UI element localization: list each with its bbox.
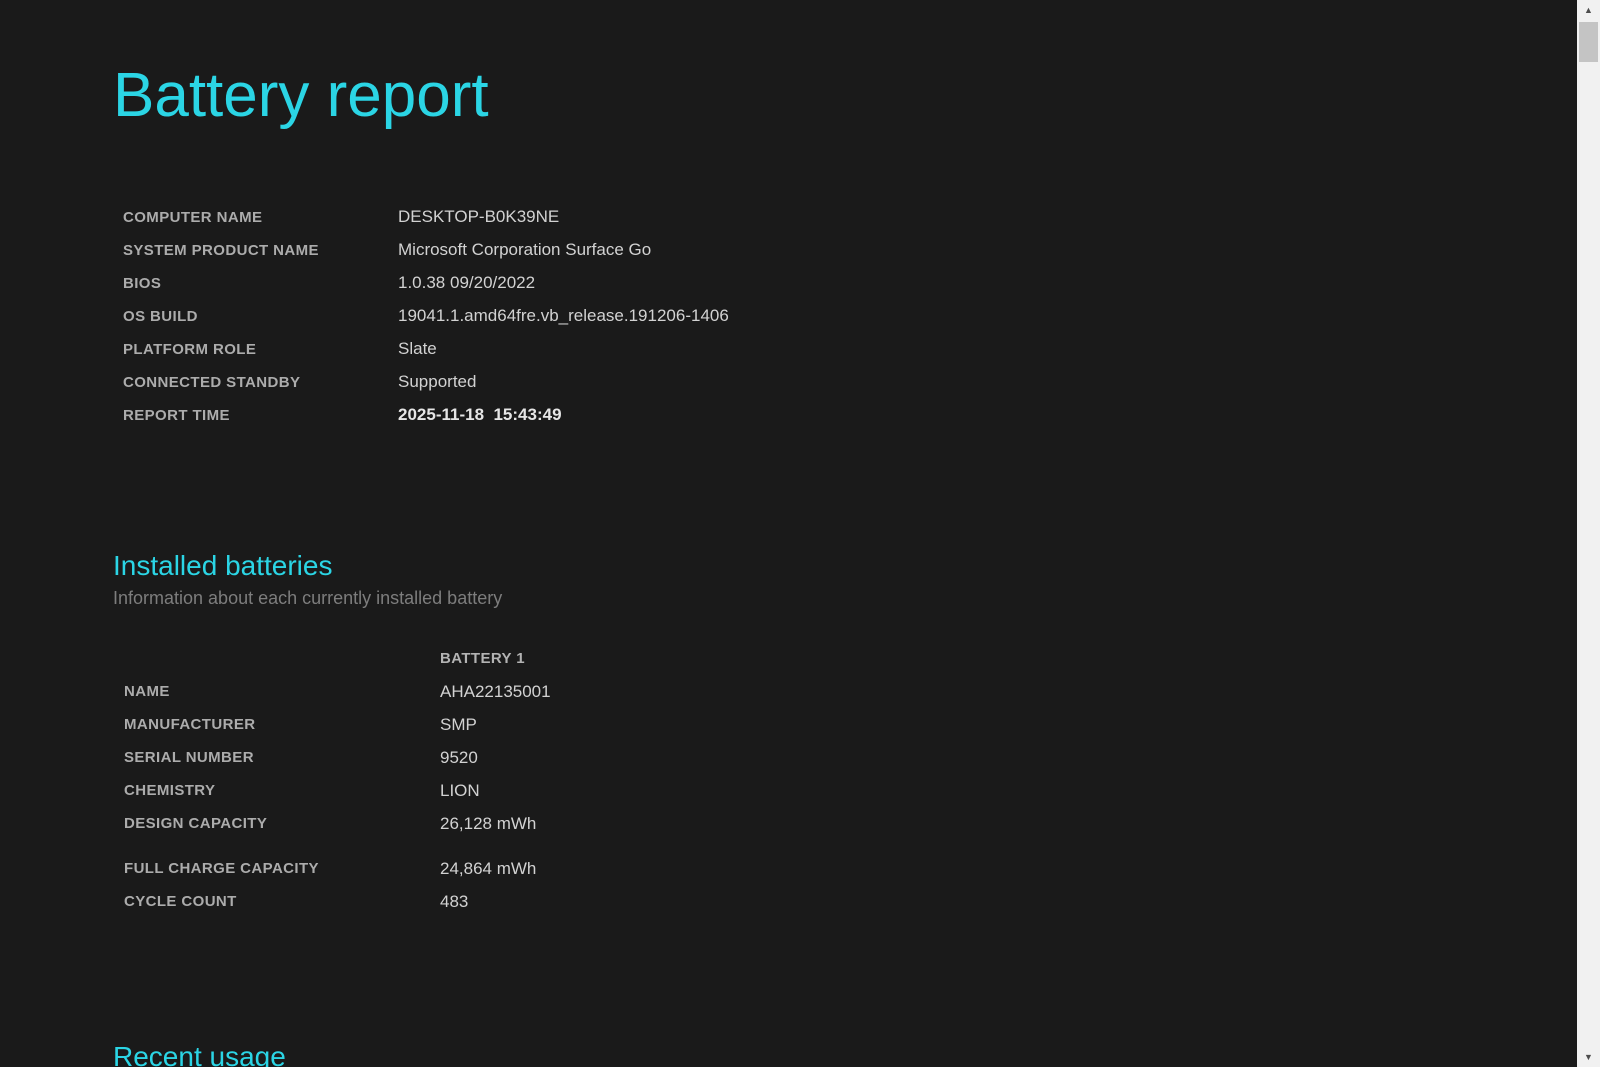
system-info-table: COMPUTER NAME DESKTOP-B0K39NE SYSTEM PRO…	[123, 201, 1577, 432]
row-value: 1.0.38 09/20/2022	[398, 273, 536, 292]
row-value: 24,864 mWh	[440, 858, 537, 878]
report-content: Battery report COMPUTER NAME DESKTOP-B0K…	[0, 0, 1577, 1067]
row-value: Slate	[398, 339, 437, 358]
row-value: 9520	[440, 747, 478, 767]
table-row: BIOS 1.0.38 09/20/2022	[123, 267, 1577, 300]
table-row: CYCLE COUNT 483	[124, 885, 1577, 918]
row-label: SYSTEM PRODUCT NAME	[123, 241, 319, 259]
row-label: SERIAL NUMBER	[124, 749, 254, 767]
battery-column-header: BATTERY 1	[440, 650, 526, 668]
row-value: 26,128 mWh	[440, 813, 537, 833]
row-label: MANUFACTURER	[124, 716, 256, 734]
row-label: BIOS	[123, 274, 162, 292]
battery-report-page: Battery report COMPUTER NAME DESKTOP-B0K…	[0, 0, 1600, 1067]
table-row: DESIGN CAPACITY 26,128 mWh	[124, 807, 1577, 840]
scrollbar-thumb[interactable]	[1579, 22, 1598, 62]
row-label: CHEMISTRY	[124, 782, 216, 800]
row-value: Supported	[398, 372, 477, 391]
row-value: LION	[440, 780, 480, 800]
table-row: FULL CHARGE CAPACITY 24,864 mWh	[124, 852, 1577, 885]
row-value: 483	[440, 891, 469, 911]
installed-batteries-section: Installed batteries Information about ea…	[113, 548, 1577, 919]
scroll-down-button[interactable]: ▼	[1577, 1047, 1600, 1067]
vertical-scrollbar[interactable]: ▲ ▼	[1577, 0, 1600, 1067]
page-title: Battery report	[113, 61, 489, 130]
table-row: COMPUTER NAME DESKTOP-B0K39NE	[123, 201, 1577, 234]
row-value: AHA22135001	[440, 681, 551, 701]
table-row: REPORT TIME 2025-11-18 15:43:49	[123, 399, 1577, 432]
row-label: CYCLE COUNT	[124, 893, 237, 911]
row-label: CONNECTED STANDBY	[123, 373, 301, 391]
row-label: PLATFORM ROLE	[123, 340, 257, 358]
scroll-up-button[interactable]: ▲	[1577, 0, 1600, 20]
table-spacer	[124, 840, 1577, 852]
row-value: Microsoft Corporation Surface Go	[398, 240, 652, 259]
table-row: CHEMISTRY LION	[124, 774, 1577, 807]
table-row: SYSTEM PRODUCT NAME Microsoft Corporatio…	[123, 234, 1577, 267]
row-value: SMP	[440, 714, 477, 734]
row-value: 19041.1.amd64fre.vb_release.191206-1406	[398, 306, 729, 325]
battery-info-table: BATTERY 1 NAME AHA22135001 MANUFACTURER …	[124, 642, 1577, 918]
installed-batteries-subtitle: Information about each currently install…	[113, 587, 503, 608]
scroll-up-arrow-icon: ▲	[1584, 5, 1593, 15]
row-label: OS BUILD	[123, 307, 198, 325]
row-label: COMPUTER NAME	[123, 208, 263, 226]
table-row: NAME AHA22135001	[124, 675, 1577, 708]
row-label: NAME	[124, 683, 170, 701]
row-label: FULL CHARGE CAPACITY	[124, 860, 319, 878]
table-row: SERIAL NUMBER 9520	[124, 741, 1577, 774]
row-label: DESIGN CAPACITY	[124, 815, 268, 833]
table-row: PLATFORM ROLE Slate	[123, 333, 1577, 366]
recent-usage-heading: Recent usage	[113, 1041, 286, 1067]
report-time-value: 2025-11-18 15:43:49	[398, 405, 562, 424]
table-row: MANUFACTURER SMP	[124, 708, 1577, 741]
row-value: DESKTOP-B0K39NE	[398, 207, 560, 226]
row-label: REPORT TIME	[123, 406, 230, 424]
table-row: CONNECTED STANDBY Supported	[123, 366, 1577, 399]
table-row: OS BUILD 19041.1.amd64fre.vb_release.191…	[123, 300, 1577, 333]
installed-batteries-heading: Installed batteries	[113, 549, 333, 581]
scroll-down-arrow-icon: ▼	[1584, 1052, 1593, 1062]
recent-usage-section: Recent usage	[113, 1039, 1577, 1067]
table-header-row: BATTERY 1	[124, 642, 1577, 675]
